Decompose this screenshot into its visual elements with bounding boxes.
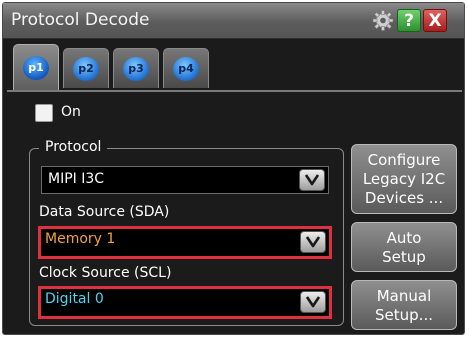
manual-setup-line-1: Manual (376, 287, 432, 305)
protocol-dropdown[interactable]: MIPI I3C (41, 166, 329, 194)
tab-p1[interactable]: p1 (13, 44, 59, 90)
tab-p3-label: p3 (123, 57, 149, 81)
manual-setup-line-2: Setup... (375, 306, 433, 324)
configure-button-line-3: Devices ... (364, 189, 444, 207)
configure-legacy-i2c-devices-button[interactable]: Configure Legacy I2C Devices ... (351, 144, 457, 214)
protocol-value: MIPI I3C (48, 171, 105, 187)
configure-button-line-1: Configure (367, 151, 441, 169)
configure-button-line-2: Legacy I2C (362, 170, 446, 188)
chevron-down-icon[interactable] (300, 231, 326, 253)
gear-icon[interactable] (371, 9, 395, 32)
auto-setup-line-2: Setup (382, 248, 426, 266)
manual-setup-button[interactable]: Manual Setup... (351, 280, 457, 330)
clock-source-dropdown[interactable]: Digital 0 (38, 286, 332, 319)
auto-setup-line-1: Auto (386, 229, 422, 247)
clock-source-label: Clock Source (SCL) (39, 265, 172, 281)
tab-p1-label: p1 (23, 56, 49, 80)
tab-p2[interactable]: p2 (63, 48, 109, 88)
data-source-value: Memory 1 (45, 231, 116, 247)
help-icon[interactable]: ? (397, 9, 421, 32)
tab-p4-label: p4 (173, 57, 199, 81)
tab-p4[interactable]: p4 (163, 48, 209, 88)
close-icon[interactable]: X (423, 9, 447, 32)
protocol-group-title: Protocol (39, 139, 108, 155)
dialog-title: Protocol Decode (11, 10, 150, 30)
auto-setup-button[interactable]: Auto Setup (351, 222, 457, 272)
clock-source-value: Digital 0 (45, 291, 104, 307)
chevron-down-icon[interactable] (299, 169, 325, 191)
data-source-dropdown[interactable]: Memory 1 (38, 226, 332, 259)
on-checkbox-label: On (61, 104, 81, 120)
tab-p2-label: p2 (73, 57, 99, 81)
protocol-decode-dialog: Protocol Decode ? X p1 p2 p3 p4 On Proto… (2, 2, 465, 335)
on-checkbox[interactable] (35, 104, 53, 122)
chevron-down-icon[interactable] (300, 291, 326, 313)
title-bar[interactable]: Protocol Decode ? X (3, 3, 464, 39)
tab-p3[interactable]: p3 (113, 48, 159, 88)
probe-tab-strip: p1 p2 p3 p4 (7, 44, 462, 92)
data-source-label: Data Source (SDA) (39, 204, 170, 220)
